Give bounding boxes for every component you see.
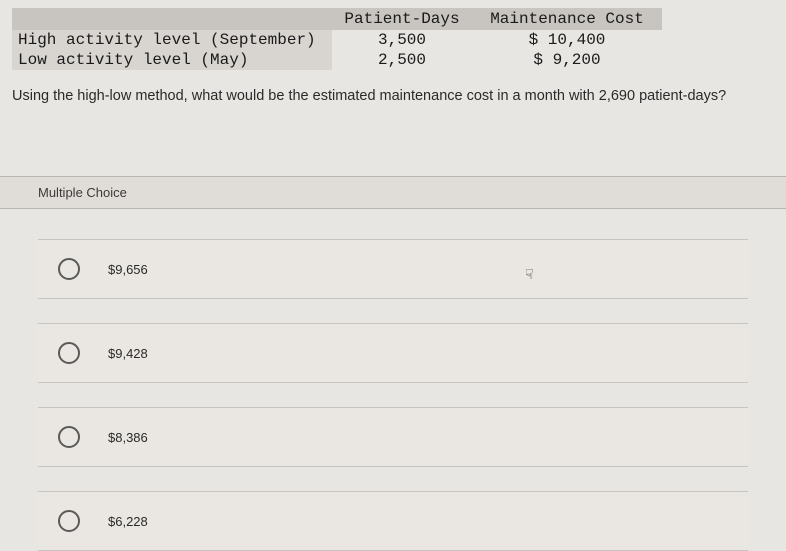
table-header-patient-days: Patient-Days <box>332 8 472 30</box>
choice-label: $6,228 <box>108 514 148 529</box>
table-row: High activity level (September) 3,500 $ … <box>12 30 774 50</box>
choice-option-3[interactable]: $8,386 <box>38 407 748 467</box>
choice-option-1[interactable]: $9,656 <box>38 239 748 299</box>
table-header-row: Patient-Days Maintenance Cost <box>12 8 774 30</box>
row-low-cost: $ 9,200 <box>472 50 662 70</box>
table-header-blank <box>12 8 332 30</box>
row-low-patient-days: 2,500 <box>332 50 472 70</box>
choice-label: $9,656 <box>108 262 148 277</box>
table-row: Low activity level (May) 2,500 $ 9,200 <box>12 50 774 70</box>
row-high-patient-days: 3,500 <box>332 30 472 50</box>
choice-option-2[interactable]: $9,428 <box>38 323 748 383</box>
multiple-choice-header: Multiple Choice <box>0 176 786 209</box>
radio-icon <box>58 258 80 280</box>
choice-option-4[interactable]: $6,228 <box>38 491 748 551</box>
row-label-high: High activity level (September) <box>12 30 332 50</box>
question-text: Using the high-low method, what would be… <box>12 86 774 106</box>
table-header-maintenance-cost: Maintenance Cost <box>472 8 662 30</box>
cursor-pointer-icon: ☟ <box>525 266 534 283</box>
choice-label: $8,386 <box>108 430 148 445</box>
radio-icon <box>58 342 80 364</box>
row-label-low: Low activity level (May) <box>12 50 332 70</box>
choice-label: $9,428 <box>108 346 148 361</box>
row-high-cost: $ 10,400 <box>472 30 662 50</box>
choices-container: $9,656 $9,428 $8,386 $6,228 <box>38 239 748 551</box>
data-table: Patient-Days Maintenance Cost High activ… <box>12 8 774 70</box>
radio-icon <box>58 426 80 448</box>
radio-icon <box>58 510 80 532</box>
